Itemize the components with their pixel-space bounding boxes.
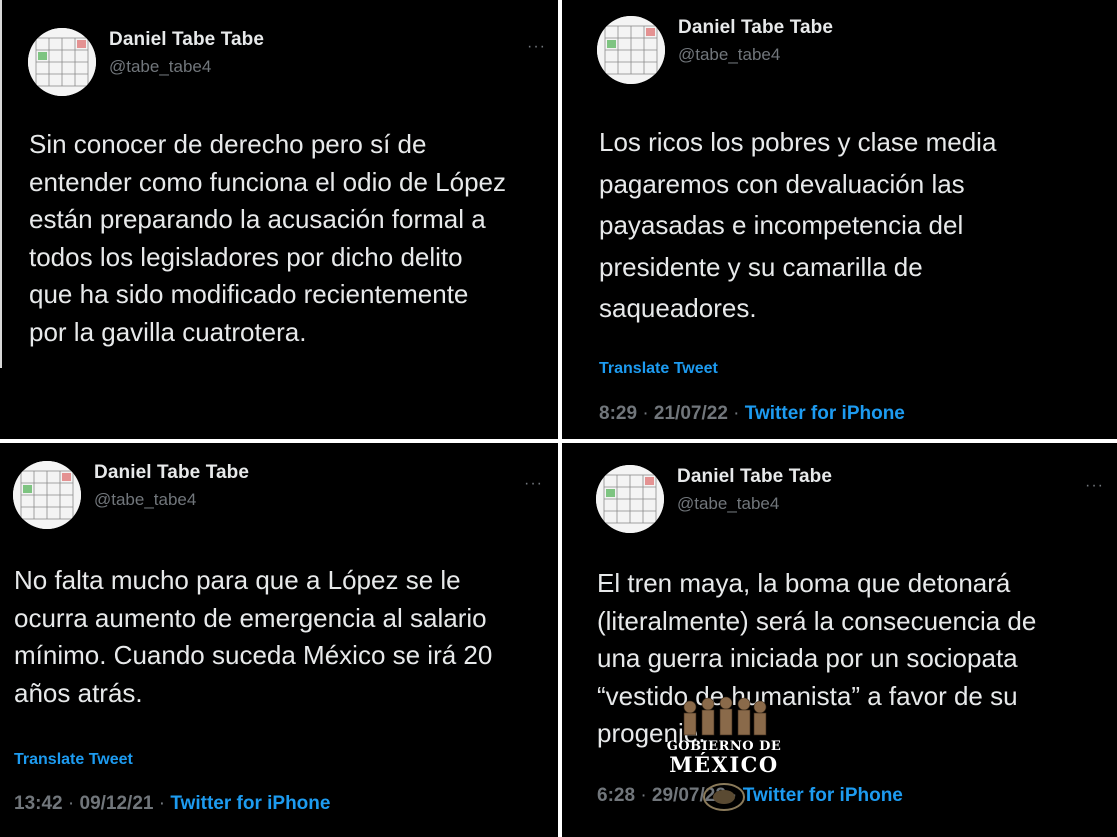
tweet-date[interactable]: 21/07/22 xyxy=(654,403,728,424)
translate-tweet-link[interactable]: Translate Tweet xyxy=(599,360,718,378)
meta-separator: · xyxy=(158,793,166,814)
tweet-card[interactable]: Daniel Tabe Tabe @tabe_tabe4 ··· El tren… xyxy=(562,443,1117,837)
tweet-text: Los ricos los pobres y clase media pagar… xyxy=(599,127,997,323)
avatar[interactable] xyxy=(596,465,664,533)
avatar-image xyxy=(13,461,81,529)
author-handle[interactable]: @tabe_tabe4 xyxy=(678,45,833,65)
meta-separator: · xyxy=(733,403,740,424)
watermark-line2: MÉXICO xyxy=(669,752,779,777)
author-name[interactable]: Daniel Tabe Tabe xyxy=(678,17,833,39)
tweet-meta: 8:29 · 21/07/22 · Twitter for iPhone xyxy=(599,403,905,425)
tweet-source-link[interactable]: Twitter for iPhone xyxy=(745,403,905,424)
avatar[interactable] xyxy=(597,16,665,84)
tweet-header: Daniel Tabe Tabe @tabe_tabe4 xyxy=(596,465,832,533)
tweet-meta: 13:42 · 09/12/21 · Twitter for iPhone xyxy=(14,793,330,815)
author-name[interactable]: Daniel Tabe Tabe xyxy=(677,466,832,488)
tweet-header: Daniel Tabe Tabe @tabe_tabe4 xyxy=(597,16,833,84)
avatar[interactable] xyxy=(28,28,96,96)
divider xyxy=(0,0,2,368)
tweet-card[interactable]: Daniel Tabe Tabe @tabe_tabe4 Los ricos l… xyxy=(562,0,1117,439)
author-name[interactable]: Daniel Tabe Tabe xyxy=(109,29,264,51)
avatar[interactable] xyxy=(13,461,81,529)
more-horizontal-icon[interactable]: ··· xyxy=(524,475,543,493)
tweet-header: Daniel Tabe Tabe @tabe_tabe4 xyxy=(28,28,264,96)
tweet-text: No falta mucho para que a López se le oc… xyxy=(14,565,493,708)
tweet-time[interactable]: 8:29 xyxy=(599,403,637,424)
author-name[interactable]: Daniel Tabe Tabe xyxy=(94,462,249,484)
author-handle[interactable]: @tabe_tabe4 xyxy=(109,57,264,77)
avatar-image xyxy=(596,465,664,533)
more-horizontal-icon[interactable]: ··· xyxy=(1085,477,1104,495)
avatar-image xyxy=(28,28,96,96)
meta-separator: · xyxy=(67,793,75,814)
seal-icon xyxy=(703,783,745,811)
meta-separator: · xyxy=(640,785,647,806)
more-horizontal-icon[interactable]: ··· xyxy=(527,38,546,56)
author-handle[interactable]: @tabe_tabe4 xyxy=(94,490,249,510)
heroes-emblem-icon xyxy=(683,696,767,736)
tweet-time[interactable]: 6:28 xyxy=(597,785,635,806)
tweet-time[interactable]: 13:42 xyxy=(14,793,63,814)
tweet-header: Daniel Tabe Tabe @tabe_tabe4 xyxy=(13,461,249,529)
translate-tweet-link[interactable]: Translate Tweet xyxy=(14,751,133,769)
tweet-date[interactable]: 09/12/21 xyxy=(80,793,154,814)
meta-separator: · xyxy=(642,403,649,424)
tweet-card[interactable]: Daniel Tabe Tabe @tabe_tabe4 ··· Sin con… xyxy=(0,0,558,439)
tweet-source-link[interactable]: Twitter for iPhone xyxy=(170,793,330,814)
gobierno-de-mexico-watermark: GOBIERNO DE MÉXICO xyxy=(664,695,784,812)
author-handle[interactable]: @tabe_tabe4 xyxy=(677,494,832,514)
tweet-card[interactable]: Daniel Tabe Tabe @tabe_tabe4 ··· No falt… xyxy=(0,443,558,837)
avatar-image xyxy=(597,16,665,84)
tweet-text: Sin conocer de derecho pero sí de entend… xyxy=(29,129,507,347)
